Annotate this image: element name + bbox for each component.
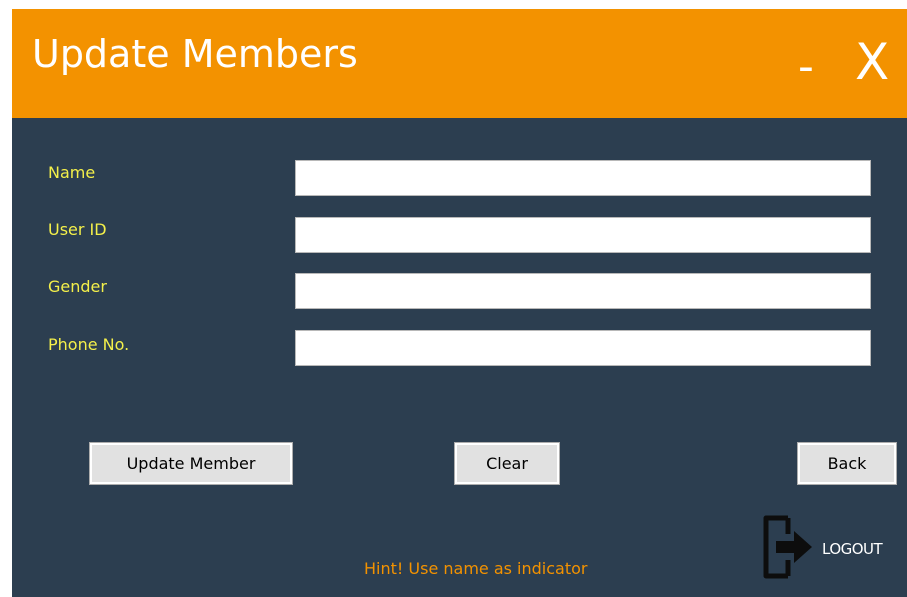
name-field[interactable] [295, 160, 871, 196]
logout-label: LOGOUT [822, 540, 883, 558]
logout-icon [762, 514, 820, 584]
hint-text: Hint! Use name as indicator [364, 559, 588, 578]
user-id-label: User ID [48, 220, 107, 239]
gender-label: Gender [48, 277, 107, 296]
logout-button[interactable]: LOGOUT [762, 514, 883, 584]
update-member-button[interactable]: Update Member [89, 442, 293, 485]
phone-field[interactable] [295, 330, 871, 366]
back-button[interactable]: Back [797, 442, 897, 485]
gender-field[interactable] [295, 273, 871, 309]
minimize-button[interactable]: - [798, 45, 814, 89]
window-title: Update Members [32, 32, 358, 76]
title-bar: Update Members - X [12, 9, 907, 118]
update-members-window: Update Members - X Name User ID Gender P… [12, 9, 907, 597]
name-label: Name [48, 163, 96, 182]
user-id-field[interactable] [295, 217, 871, 253]
clear-button[interactable]: Clear [454, 442, 560, 485]
phone-label: Phone No. [48, 335, 130, 354]
close-button[interactable]: X [855, 37, 889, 87]
